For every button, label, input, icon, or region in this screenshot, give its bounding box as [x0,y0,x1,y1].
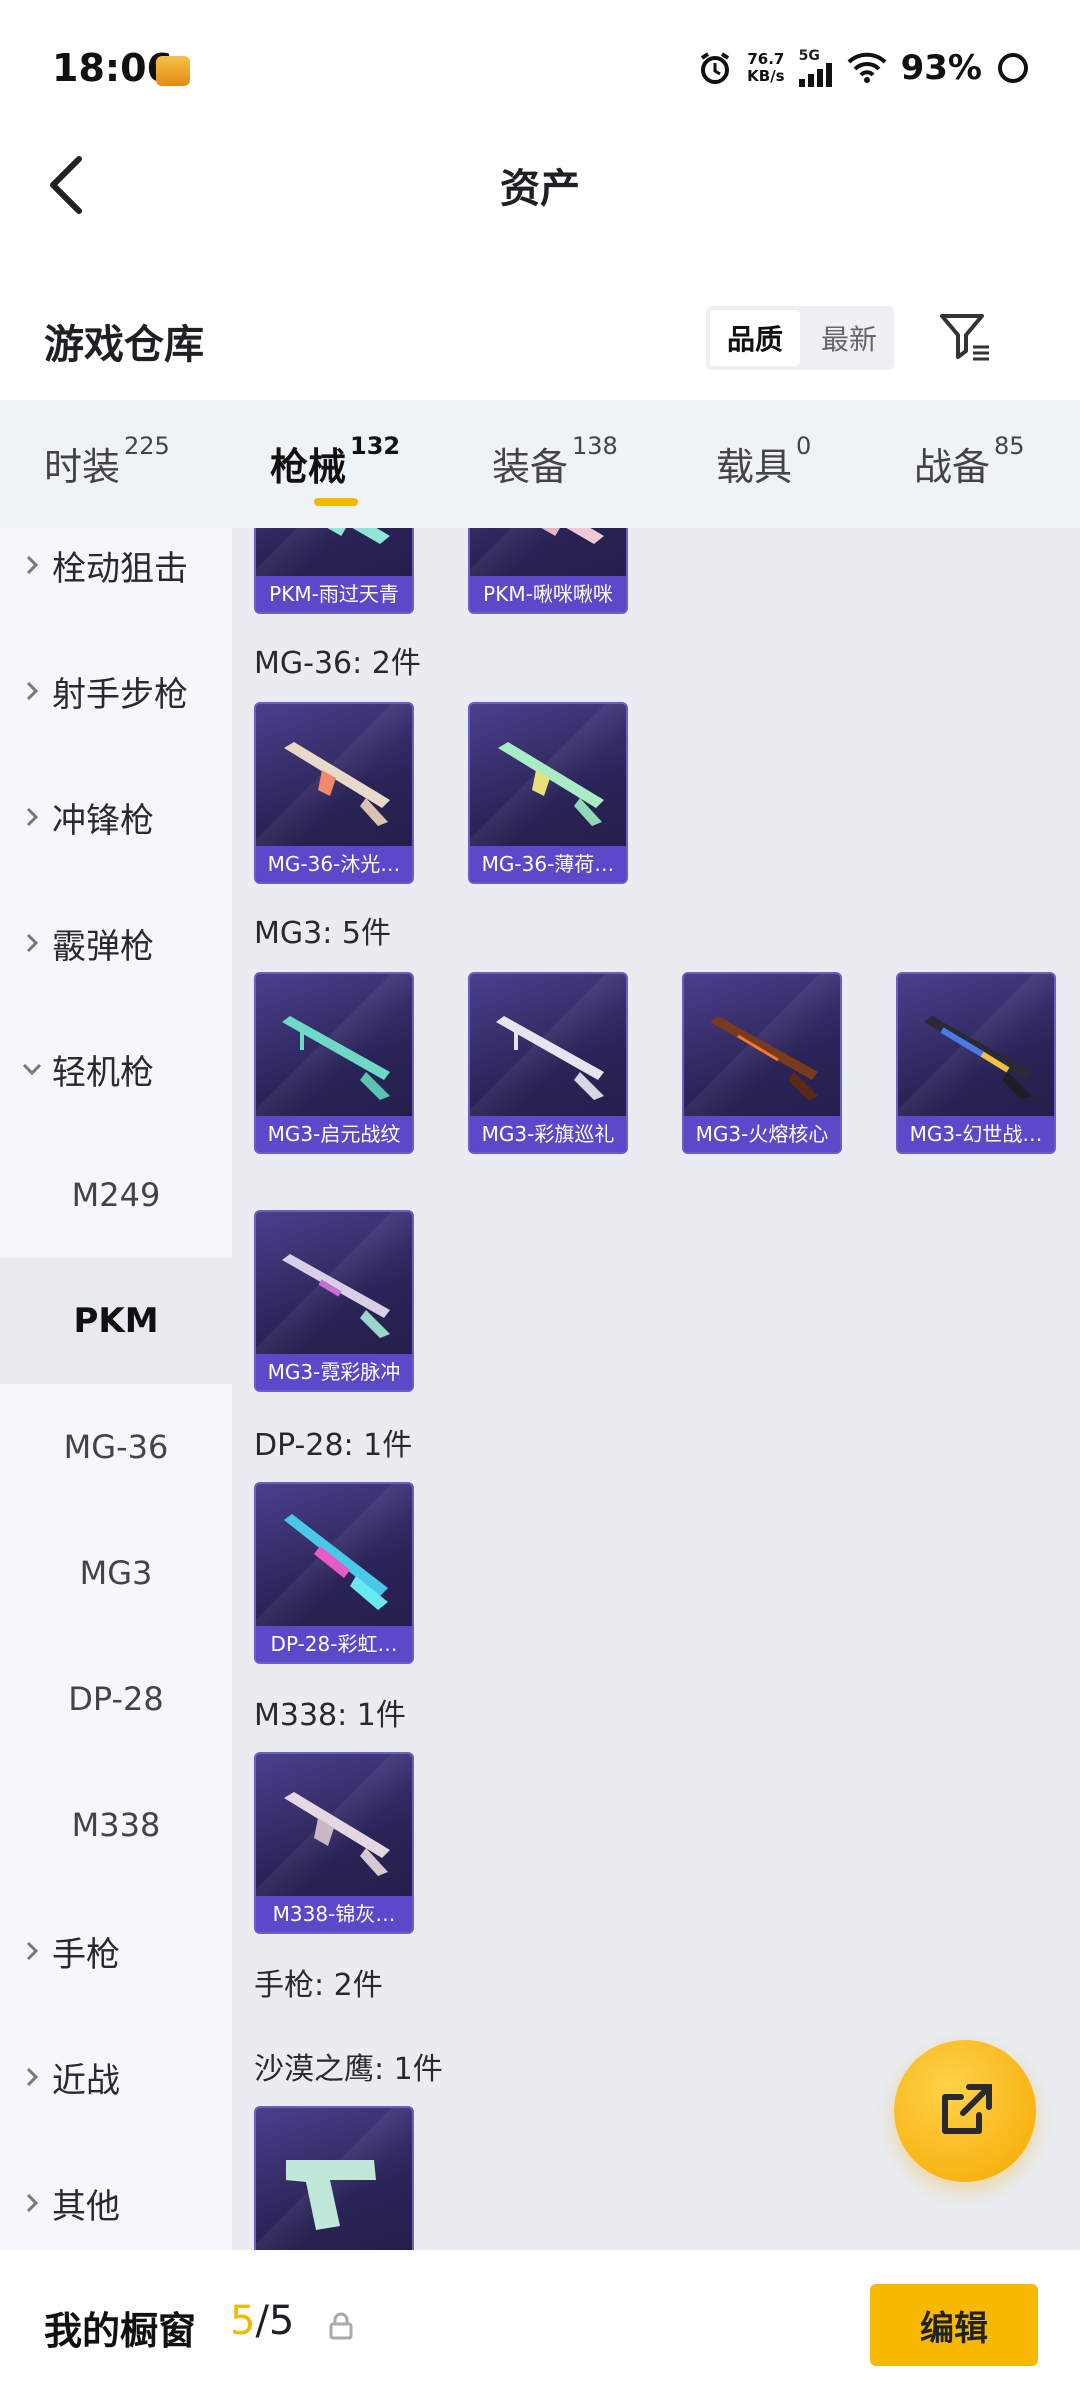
sidebar-item-bolt-sniper[interactable]: 栓动狙击 [0,528,232,628]
category-tabs: 时装 225 枪械 132 装备 138 载具 0 战备 85 [0,400,1080,528]
sort-toggle: 品质 最新 [706,306,894,370]
gun-skin-icon [284,1514,388,1610]
skin-card[interactable]: PKM-啾咪啾咪 [468,528,628,614]
skin-card[interactable]: DP-28-彩虹… [254,1482,414,1664]
skin-card[interactable]: PKM-雨过天青 [254,528,414,614]
gun-skin-icon [284,742,390,826]
gun-skin-icon [282,1016,390,1100]
gun-skin-icon [710,1016,818,1100]
chevron-right-icon [20,1940,44,1962]
sidebar-item-pistol[interactable]: 手枪 [0,1888,232,2014]
sidebar-sub-m338[interactable]: M338 [0,1762,232,1888]
showcase-label: 我的橱窗 [44,2309,197,2353]
group-label-mg36: MG-36: 2件 [254,646,421,681]
tab-vehicles[interactable]: 载具 0 [716,432,811,491]
repo-title: 游戏仓库 [44,322,204,368]
sidebar-item-shotgun[interactable]: 霰弹枪 [0,880,232,1006]
skin-card[interactable]: M338-锦灰… [254,1752,414,1934]
edit-button[interactable]: 编辑 [870,2284,1038,2366]
alarm-icon [697,50,733,86]
group-label-desert-eagle: 沙漠之鹰: 1件 [254,2052,443,2087]
page-title: 资产 [500,166,580,212]
skin-card[interactable]: MG-36-薄荷… [468,702,628,884]
sort-by-newest[interactable]: 最新 [804,306,894,370]
chevron-right-icon [20,932,44,954]
skin-card[interactable]: MG3-火熔核心 [682,972,842,1154]
gun-skin-icon [539,528,604,544]
chevron-right-icon [20,2192,44,2214]
status-time: 18:06 [52,46,173,90]
battery-percent: 93% [900,48,982,88]
status-icons: 76.7 KB/s 5G 93% [697,46,1030,90]
skin-card[interactable]: MG3-彩旗巡礼 [468,972,628,1154]
gun-skin-icon [325,528,390,544]
sidebar-sub-m249[interactable]: M249 [0,1132,232,1258]
skin-card[interactable]: MG3-幻世战… [896,972,1056,1154]
status-bar: 18:06 76.7 KB/s 5G 93% [0,0,1080,140]
tab-supplies[interactable]: 战备 85 [914,432,1025,491]
wifi-icon [847,52,887,84]
sidebar-sub-dp28[interactable]: DP-28 [0,1636,232,1762]
sidebar-item-smg[interactable]: 冲锋枪 [0,754,232,880]
skin-card[interactable] [254,2106,414,2250]
gun-skin-icon [924,1016,1032,1100]
nav-bar: 资产 [0,140,1080,230]
gun-skin-icon [496,1016,604,1100]
net-speed: 76.7 KB/s [747,50,785,85]
sidebar-item-other[interactable]: 其他 [0,2140,232,2250]
cellular-signal-icon: 5G [798,49,833,87]
sidebar-sub-pkm[interactable]: PKM [0,1258,232,1384]
filter-icon [940,314,989,361]
showcase-bar: 我的橱窗 5/5 编辑 [0,2250,1080,2400]
sidebar-sub-mg3[interactable]: MG3 [0,1510,232,1636]
skin-card[interactable]: MG-36-沐光… [254,702,414,884]
sidebar-sub-mg36[interactable]: MG-36 [0,1384,232,1510]
chevron-down-icon [20,1062,44,1076]
tab-equipment[interactable]: 装备 138 [492,432,618,491]
share-button[interactable] [894,2040,1036,2182]
weapon-category-sidebar: 栓动狙击 射手步枪 冲锋枪 霰弹枪 轻机枪 M249 PKM MG-36 MG3… [0,528,232,2250]
skin-card[interactable]: MG3-启元战纹 [254,972,414,1154]
share-external-icon [942,2084,992,2134]
chevron-right-icon [20,680,44,702]
lock-icon [328,2312,354,2344]
sidebar-item-lmg[interactable]: 轻机枪 [0,1006,232,1132]
skin-card[interactable]: MG3-霓彩脉冲 [254,1210,414,1392]
gun-skin-icon [286,2160,376,2230]
gun-skin-icon [282,1254,390,1338]
chevron-right-icon [20,2066,44,2088]
chevron-right-icon [20,554,44,576]
group-label-dp28: DP-28: 1件 [254,1428,413,1463]
group-label-pistol: 手枪: 2件 [254,1968,383,2003]
showcase-count: 5/5 [230,2298,295,2344]
tab-guns[interactable]: 枪械 132 [270,432,400,491]
tab-outfit[interactable]: 时装 225 [44,432,170,491]
sort-by-quality[interactable]: 品质 [710,310,800,366]
chevron-right-icon [20,806,44,828]
gun-skin-icon [284,1792,390,1876]
repo-header: 游戏仓库 品质 最新 [0,290,1080,390]
weapon-skin-list: PKM-雨过天青 PKM-啾咪啾咪 MG-36: 2件 MG-36-沐光… MG… [232,528,1080,2250]
battery-icon [996,51,1030,85]
app-notification-icon [156,56,190,86]
gun-skin-icon [498,742,604,826]
group-label-mg3: MG3: 5件 [254,916,391,951]
group-label-m338: M338: 1件 [254,1698,406,1733]
filter-button[interactable] [936,308,996,368]
sidebar-item-dmr[interactable]: 射手步枪 [0,628,232,754]
active-tab-indicator [314,498,358,506]
sidebar-item-melee[interactable]: 近战 [0,2014,232,2140]
